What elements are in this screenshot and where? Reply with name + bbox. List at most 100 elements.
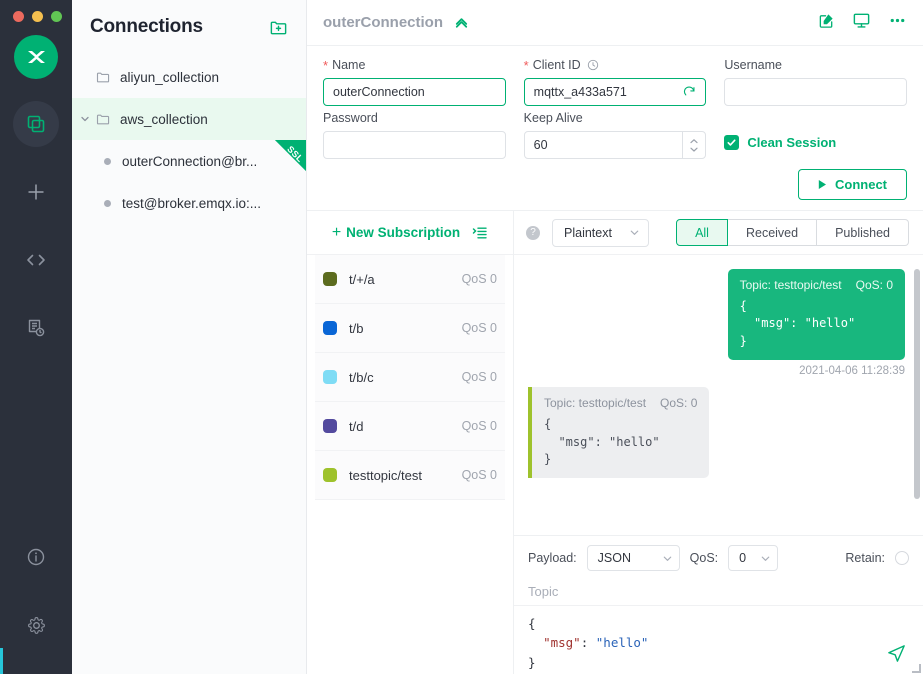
close-window-button[interactable] (13, 11, 24, 22)
subscription-color-swatch (323, 468, 337, 482)
clean-session-checkbox[interactable] (724, 135, 739, 150)
subscription-topic: t/b/c (349, 370, 462, 385)
send-paper-plane-icon (886, 643, 907, 664)
subscription-qos: QoS 0 (462, 321, 497, 335)
gear-icon (26, 615, 47, 636)
edit-connection-button[interactable] (818, 12, 835, 34)
subscription-color-swatch (323, 370, 337, 384)
sidebar-item-scripts[interactable] (13, 237, 59, 283)
tab-published[interactable]: Published (817, 219, 909, 246)
connections-panel: Connections ▾ aliyun_collection (72, 0, 307, 674)
json-key: "msg" (543, 635, 581, 650)
keep-alive-input-value: 60 (534, 138, 548, 152)
keep-alive-input[interactable]: 60 (524, 131, 707, 159)
folder-icon (96, 112, 111, 127)
subscription-qos: QoS 0 (462, 370, 497, 384)
sidebar-item-settings[interactable] (13, 602, 59, 648)
chevron-down-icon (662, 553, 673, 564)
chevron-down-icon (629, 227, 640, 238)
tree-collection-aliyun[interactable]: ▾ aliyun_collection (72, 56, 306, 98)
question-circle-icon[interactable]: ? (526, 226, 540, 240)
list-item[interactable]: t/b/c QoS 0 (315, 353, 505, 402)
tab-all[interactable]: All (676, 219, 728, 246)
page-title: outerConnection (323, 14, 443, 31)
subscription-qos: QoS 0 (462, 468, 497, 482)
payload-label: Payload: (528, 551, 577, 565)
message-bubble[interactable]: Topic: testtopic/test QoS: 0 { "msg": "h… (528, 387, 709, 478)
retain-toggle[interactable] (895, 551, 909, 565)
messages-scrollbar[interactable] (914, 269, 920, 499)
name-input[interactable]: outerConnection (323, 78, 506, 106)
mqttx-logo-icon (23, 44, 49, 70)
collapse-form-button[interactable] (453, 14, 470, 31)
folder-plus-icon (269, 18, 288, 37)
publish-topic-input[interactable]: Topic (514, 578, 923, 606)
list-item[interactable]: t/b QoS 0 (315, 304, 505, 353)
client-id-input[interactable]: mqttx_a433a571 (524, 78, 707, 106)
qos-label: QoS: (690, 551, 719, 565)
more-actions-button[interactable] (888, 11, 907, 35)
list-item[interactable]: t/+/a QoS 0 (315, 255, 505, 304)
maximize-window-button[interactable] (51, 11, 62, 22)
name-input-value: outerConnection (333, 85, 425, 99)
tree-collection-aws[interactable]: aws_collection (72, 98, 306, 140)
required-asterisk: * (323, 59, 328, 72)
messages-panel: ? Plaintext All Received Published (514, 211, 923, 674)
send-button[interactable] (886, 643, 907, 664)
name-label-text: Name (332, 58, 365, 72)
subscription-topic: t/+/a (349, 272, 462, 287)
connection-status-dot (104, 200, 111, 207)
message-timestamp: 2021-04-06 11:28:39 (799, 365, 905, 377)
username-label: Username (724, 58, 907, 72)
field-password: Password (323, 111, 506, 159)
mqttx-app-window: Connections ▾ aliyun_collection (0, 0, 923, 674)
tree-collection-label: aliyun_collection (120, 70, 219, 85)
connections-tree: ▾ aliyun_collection aws_collection (72, 56, 306, 224)
message-meta: Topic: testtopic/test QoS: 0 (544, 396, 697, 410)
message-payload: { "msg": "hello" } (740, 298, 893, 350)
resize-grip[interactable] (912, 664, 921, 673)
publish-payload-select[interactable]: JSON (587, 545, 680, 571)
connect-button[interactable]: Connect (798, 169, 907, 200)
monitor-button[interactable] (852, 11, 871, 35)
stepper-up-icon[interactable] (689, 138, 699, 145)
message-bubble[interactable]: Topic: testtopic/test QoS: 0 { "msg": "h… (728, 269, 905, 360)
message-filter-tabs: All Received Published (676, 219, 909, 246)
clean-session-row[interactable]: Clean Session (724, 135, 907, 150)
messages-toolbar: ? Plaintext All Received Published (514, 211, 923, 255)
list-indent-icon (472, 225, 488, 241)
publish-qos-select[interactable]: 0 (728, 545, 778, 571)
mqttx-logo (14, 35, 58, 79)
tree-connection-test[interactable]: test@broker.emqx.io:... (72, 182, 306, 224)
message-payload: { "msg": "hello" } (544, 416, 697, 468)
client-id-label: * Client ID (524, 58, 707, 72)
new-collection-button[interactable] (269, 18, 288, 37)
subscription-qos: QoS 0 (462, 272, 497, 286)
payload-format-select[interactable]: Plaintext (552, 219, 649, 247)
list-item[interactable]: t/d QoS 0 (315, 402, 505, 451)
sidebar-item-connections[interactable] (13, 101, 59, 147)
new-subscription-button[interactable]: + New Subscription (332, 225, 460, 241)
subscription-color-swatch (323, 272, 337, 286)
sidebar-item-about[interactable] (13, 534, 59, 580)
chevron-down-icon (760, 553, 771, 564)
subscriptions-list: t/+/a QoS 0 t/b QoS 0 t/b/c QoS 0 (307, 255, 513, 674)
chevron-double-up-icon (453, 14, 470, 31)
minimize-window-button[interactable] (32, 11, 43, 22)
username-input[interactable] (724, 78, 907, 106)
password-input[interactable] (323, 131, 506, 159)
new-subscription-label: New Subscription (346, 225, 460, 240)
stepper-down-icon[interactable] (689, 146, 699, 153)
subscription-list-toggle[interactable] (472, 225, 488, 241)
tree-connection-outerconnection[interactable]: outerConnection@br... SSL (72, 140, 306, 182)
connections-header: Connections (72, 0, 306, 46)
sidebar-item-logs[interactable] (13, 305, 59, 351)
keep-alive-stepper[interactable] (682, 132, 704, 158)
sidebar-item-new-connection[interactable] (13, 169, 59, 215)
subscription-topic: t/b (349, 321, 462, 336)
list-item[interactable]: testtopic/test QoS 0 (315, 451, 505, 500)
tab-received[interactable]: Received (728, 219, 817, 246)
refresh-icon[interactable] (683, 86, 696, 99)
publish-payload-editor[interactable]: { "msg": "hello" } (514, 606, 923, 674)
lower-split: + New Subscription t/+/a QoS 0 (307, 211, 923, 674)
